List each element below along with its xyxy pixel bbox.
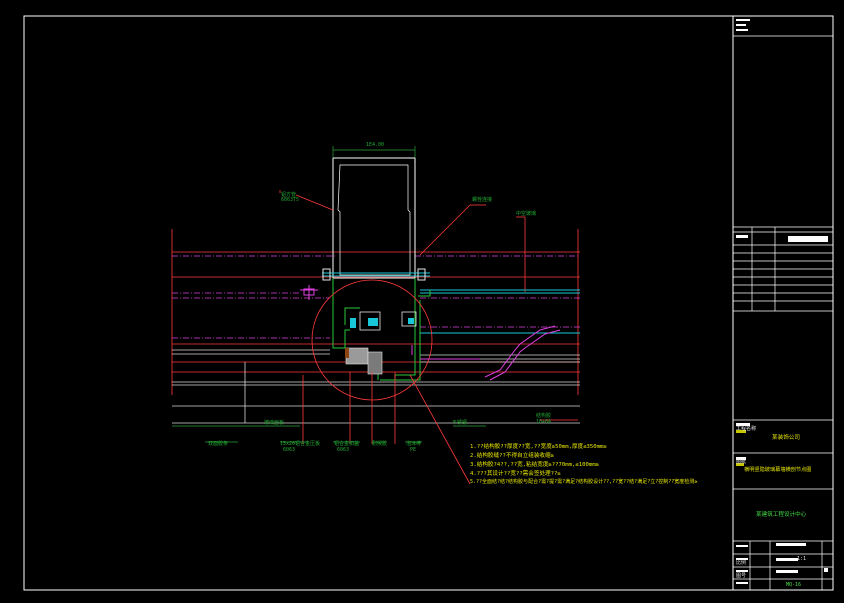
- callout-right-glass: 中空玻璃: [516, 211, 537, 217]
- bottom-label-2-sub: 6063: [283, 447, 296, 453]
- aluminum-mullion: [332, 157, 416, 279]
- seal-blocks: [345, 311, 417, 375]
- title-scale-label: 比例: [736, 560, 747, 566]
- bottom-label-1: 双面胶条: [208, 441, 229, 447]
- title-sheet-value: MQ-16: [786, 582, 802, 588]
- callout-right-lower-b: 10+6A: [536, 419, 552, 425]
- bottom-dimension-ticks: [172, 425, 486, 443]
- title-scale-value: 1:1: [797, 556, 807, 562]
- bottom-label-5-sub: PE: [410, 447, 417, 453]
- note-line-2: 2.结构胶缝??不得自立组装收缩≥: [470, 453, 554, 459]
- leader-lines: [279, 190, 578, 485]
- mullion-dimension-label: 1E4.00: [366, 142, 385, 148]
- glass-panel-right: [420, 289, 580, 334]
- title-block-grid: [733, 35, 833, 590]
- bottom-label-4: 耐候胶: [372, 441, 388, 447]
- callout-left-tube-b: 6063T5: [281, 197, 300, 203]
- title-project-label: 工程名称: [736, 426, 757, 432]
- left-dimension-label: 玻璃面板: [264, 420, 285, 426]
- title-center-value: 某建筑工程设计中心: [756, 512, 807, 518]
- cad-drawing-sheet: [23, 15, 834, 591]
- note-line-4: 4.???其设计??宽??需会签处理??≥: [470, 471, 561, 477]
- note-line-3: 3.结构胶?4??,??宽,粘结宽度≥??70mm,≤100mm≥: [470, 462, 599, 468]
- drawing-frame: [23, 15, 834, 591]
- title-sheet-label: 图号: [736, 573, 747, 579]
- title-drawing-label: 图纸: [736, 459, 747, 465]
- title-company-value: 某装饰公司: [772, 435, 800, 441]
- title-block-tick-marks: [736, 19, 828, 584]
- note-line-5: 5.??全面结?结?结构胶与配合?需?提?需?满足?结构胶设计??,??宽??结…: [470, 479, 698, 485]
- right-dimension-label: 不锈钢: [452, 420, 468, 426]
- bottom-label-3-sub: 6063: [337, 447, 350, 453]
- note-line-1: 1.??结构胶??厚度??宽,??宽度≥50mm,厚度≤350mm≥: [470, 444, 607, 450]
- callout-right-plate-a: 螺栓连接: [472, 197, 493, 203]
- title-drawing-value: 横明竖隐玻璃幕墙横剖节点图: [744, 467, 812, 473]
